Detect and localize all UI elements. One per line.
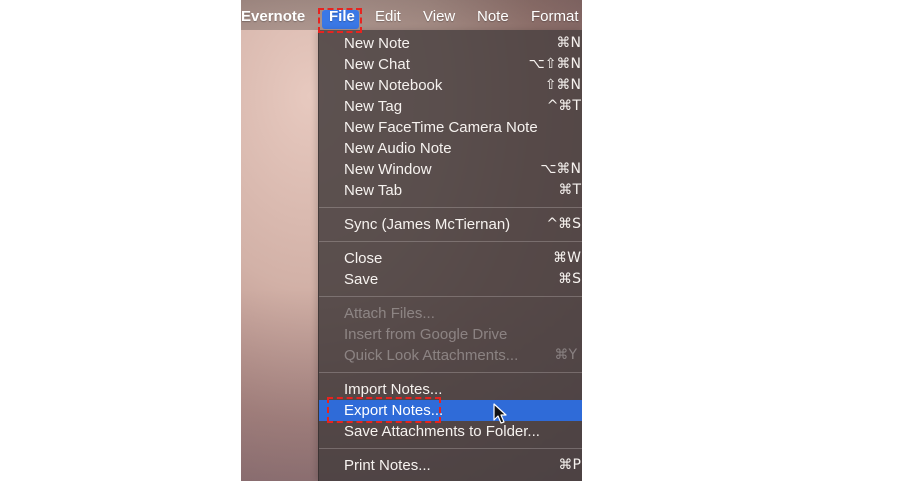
menu-item-insert-from-google-drive: Insert from Google Drive — [319, 324, 582, 345]
menu-item-shortcut: ^⌘S — [546, 216, 581, 232]
menu-item-label: New Note — [344, 35, 410, 52]
menu-item-shortcut: ⌘T — [558, 182, 581, 198]
menu-item-shortcut: ⌥⌘N — [540, 161, 581, 177]
menu-item-label: New FaceTime Camera Note — [344, 119, 538, 136]
menu-item-shortcut: ⌘N — [556, 35, 581, 51]
menu-item-label: Insert from Google Drive — [344, 326, 508, 343]
menu-item-label: Export Notes... — [344, 402, 444, 419]
menu-item-shortcut: ⌘P — [558, 457, 581, 473]
menu-item-save[interactable]: Save ⌘S — [319, 269, 582, 290]
menu-item-save-attachments-to-folder[interactable]: Save Attachments to Folder... — [319, 421, 582, 442]
menu-separator — [319, 448, 582, 449]
menu-item-label: New Chat — [344, 56, 410, 73]
menu-item-label: Print Notes... — [344, 457, 431, 474]
menu-item-shortcut: ⌘S — [558, 271, 581, 287]
menu-item-shortcut: ⌥⇧⌘N — [528, 56, 581, 72]
menu-note[interactable]: Note — [477, 8, 509, 26]
menu-item-label: New Window — [344, 161, 432, 178]
menu-item-label: New Tag — [344, 98, 403, 115]
menu-item-import-notes[interactable]: Import Notes... — [319, 379, 582, 400]
menu-view[interactable]: View — [423, 8, 455, 26]
menu-item-export-notes[interactable]: Export Notes... — [319, 400, 582, 421]
menu-item-print-notes[interactable]: Print Notes... ⌘P — [319, 455, 582, 476]
file-menu-dropdown: New Note ⌘N New Chat ⌥⇧⌘N New Notebook ⇧… — [318, 30, 582, 481]
menu-item-new-tab[interactable]: New Tab ⌘T — [319, 180, 582, 201]
menu-separator — [319, 296, 582, 297]
menu-separator — [319, 207, 582, 208]
screenshot-crop: Evernote File Edit View Note Format New … — [241, 0, 582, 481]
menu-item-new-notebook[interactable]: New Notebook ⇧⌘N — [319, 75, 582, 96]
menu-item-label: Quick Look Attachments... — [344, 347, 519, 364]
menu-separator — [319, 372, 582, 373]
menu-item-shortcut: ^⌘T — [546, 98, 581, 114]
menu-item-label: Save — [344, 271, 379, 288]
menu-bar: Evernote File Edit View Note Format — [241, 0, 582, 30]
menu-item-close[interactable]: Close ⌘W — [319, 248, 582, 269]
menu-item-quick-look-attachments: Quick Look Attachments... ⌘Y — [319, 345, 582, 366]
menu-format[interactable]: Format — [531, 8, 579, 26]
app-menu-evernote[interactable]: Evernote — [241, 8, 305, 26]
menu-file[interactable]: File — [329, 8, 355, 26]
menu-item-label: Close — [344, 250, 383, 267]
menu-item-shortcut: ⌘Y — [554, 347, 577, 363]
menu-item-label: New Notebook — [344, 77, 443, 94]
menu-item-label: Save Attachments to Folder... — [344, 423, 540, 440]
menu-item-sync[interactable]: Sync (James McTiernan) ^⌘S — [319, 214, 582, 235]
menu-separator — [319, 241, 582, 242]
menu-item-shortcut: ⌘W — [553, 250, 581, 266]
menu-item-new-audio-note[interactable]: New Audio Note — [319, 138, 582, 159]
menu-item-new-facetime-camera-note[interactable]: New FaceTime Camera Note — [319, 117, 582, 138]
menu-item-attach-files: Attach Files... — [319, 303, 582, 324]
menu-item-new-chat[interactable]: New Chat ⌥⇧⌘N — [319, 54, 582, 75]
menu-item-label: New Tab — [344, 182, 403, 199]
menu-edit[interactable]: Edit — [375, 8, 401, 26]
menu-item-shortcut: ⇧⌘N — [544, 77, 581, 93]
menu-item-label: New Audio Note — [344, 140, 452, 157]
menu-item-new-window[interactable]: New Window ⌥⌘N — [319, 159, 582, 180]
mouse-pointer-icon — [493, 403, 507, 424]
menu-item-new-tag[interactable]: New Tag ^⌘T — [319, 96, 582, 117]
menu-item-label: Import Notes... — [344, 381, 443, 398]
menu-item-label: Attach Files... — [344, 305, 435, 322]
menu-item-label: Sync (James McTiernan) — [344, 216, 511, 233]
menu-item-new-note[interactable]: New Note ⌘N — [319, 33, 582, 54]
